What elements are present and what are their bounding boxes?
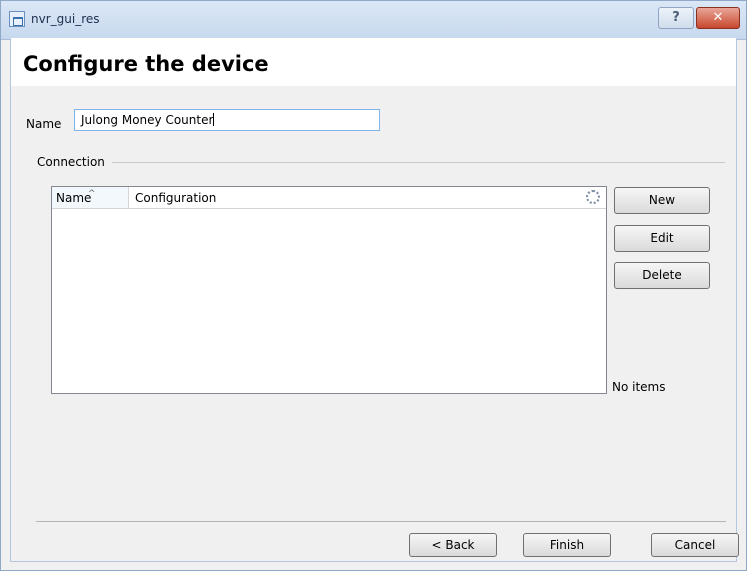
finish-button[interactable]: Finish [523, 533, 611, 557]
connection-table[interactable]: Name ^ Configuration [51, 186, 607, 394]
app-icon [9, 11, 25, 27]
empty-status-text: No items [612, 380, 666, 394]
group-divider [112, 162, 725, 163]
cancel-button[interactable]: Cancel [651, 533, 739, 557]
close-button[interactable]: ✕ [696, 7, 740, 29]
column-header-configuration-label: Configuration [135, 191, 217, 205]
column-header-name-label: Name [56, 191, 92, 205]
new-button[interactable]: New [614, 187, 710, 214]
window-title: nvr_gui_res [31, 12, 100, 26]
sort-ascending-icon: ^ [88, 189, 96, 199]
name-input-value: Julong Money Counter [81, 113, 214, 127]
column-header-configuration[interactable]: Configuration [129, 187, 606, 209]
title-bar: nvr_gui_res ? ✕ [1, 1, 746, 40]
column-settings-icon[interactable] [586, 190, 600, 204]
delete-button[interactable]: Delete [614, 262, 710, 289]
name-label: Name [26, 117, 62, 131]
column-header-name[interactable]: Name ^ [52, 187, 129, 209]
footer-divider [36, 521, 726, 522]
connection-group-label: Connection [37, 155, 105, 169]
edit-button[interactable]: Edit [614, 225, 710, 252]
page-title: Configure the device [23, 52, 269, 76]
back-button[interactable]: < Back [409, 533, 497, 557]
help-button[interactable]: ? [658, 7, 694, 29]
name-input[interactable]: Julong Money Counter [74, 109, 380, 131]
wizard-header: Configure the device [10, 38, 737, 86]
text-caret [213, 113, 215, 126]
